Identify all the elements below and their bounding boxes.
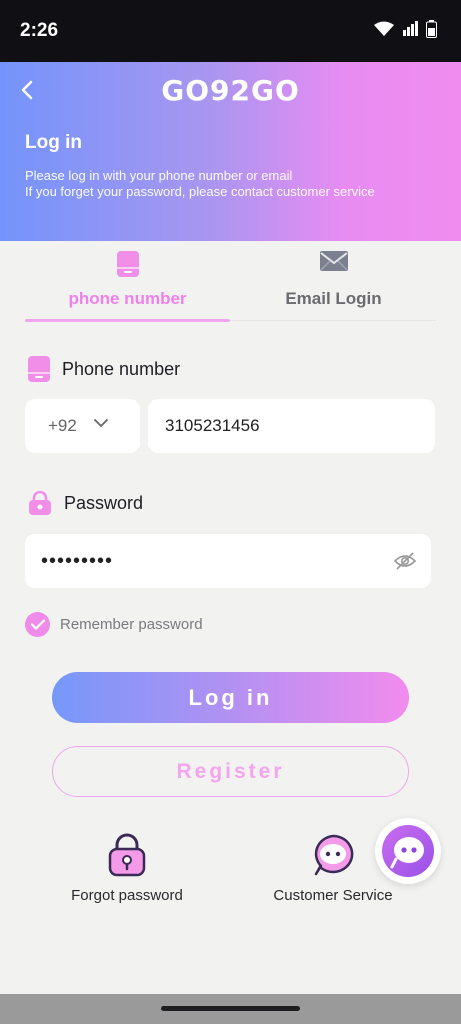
tab-phone-number[interactable]: phone number bbox=[25, 241, 230, 322]
login-method-tabs: phone number Email Login bbox=[25, 241, 436, 322]
login-button[interactable]: Log in bbox=[52, 672, 409, 723]
eye-off-icon[interactable] bbox=[393, 551, 417, 571]
country-code-select[interactable]: +92 bbox=[25, 399, 140, 453]
floating-chat-button[interactable] bbox=[375, 818, 441, 884]
tab-email-login[interactable]: Email Login bbox=[231, 241, 436, 321]
battery-icon bbox=[426, 20, 437, 38]
signal-icon bbox=[403, 21, 418, 36]
password-value: ••••••••• bbox=[41, 550, 114, 572]
login-header: GO92GO Log in Please log in with your ph… bbox=[0, 62, 461, 241]
wifi-icon bbox=[374, 21, 394, 36]
chat-bot-icon bbox=[382, 825, 434, 877]
phone-icon bbox=[116, 251, 139, 277]
description-line-1: Please log in with your phone number or … bbox=[25, 168, 293, 183]
system-nav-bar bbox=[0, 994, 461, 1024]
remember-password[interactable]: Remember password bbox=[25, 612, 203, 637]
home-indicator[interactable] bbox=[161, 1006, 300, 1011]
chevron-down-icon bbox=[94, 419, 108, 428]
password-input[interactable]: ••••••••• bbox=[25, 534, 431, 588]
active-tab-underline bbox=[25, 319, 230, 322]
password-label: Password bbox=[28, 491, 143, 515]
description-line-2: If you forget your password, please cont… bbox=[25, 184, 375, 199]
status-icons bbox=[374, 20, 437, 38]
customer-service-label: Customer Service bbox=[273, 887, 393, 904]
page-title: Log in bbox=[25, 132, 82, 153]
forgot-password-link[interactable]: Forgot password bbox=[47, 833, 207, 904]
tab-email-label: Email Login bbox=[285, 289, 382, 308]
register-button[interactable]: Register bbox=[52, 746, 409, 797]
phone-number-label: Phone number bbox=[28, 356, 180, 382]
header-description: Please log in with your phone number or … bbox=[25, 168, 375, 200]
tab-phone-label: phone number bbox=[68, 289, 187, 308]
brand-logo: GO92GO bbox=[161, 74, 300, 107]
phone-icon bbox=[28, 356, 50, 382]
remember-password-label: Remember password bbox=[60, 616, 203, 633]
chat-bubble-icon bbox=[314, 834, 354, 876]
status-bar: 2:26 bbox=[0, 0, 461, 62]
country-code-value: +92 bbox=[48, 416, 77, 435]
password-label-text: Password bbox=[64, 492, 144, 513]
forgot-password-label: Forgot password bbox=[71, 887, 183, 904]
checkmark-icon[interactable] bbox=[25, 612, 50, 637]
phone-number-label-text: Phone number bbox=[62, 358, 181, 379]
status-time: 2:26 bbox=[20, 20, 59, 41]
phone-number-input[interactable]: 3105231456 bbox=[148, 399, 435, 453]
envelope-icon bbox=[319, 251, 348, 271]
lock-icon bbox=[108, 833, 146, 877]
lock-icon bbox=[29, 491, 51, 515]
